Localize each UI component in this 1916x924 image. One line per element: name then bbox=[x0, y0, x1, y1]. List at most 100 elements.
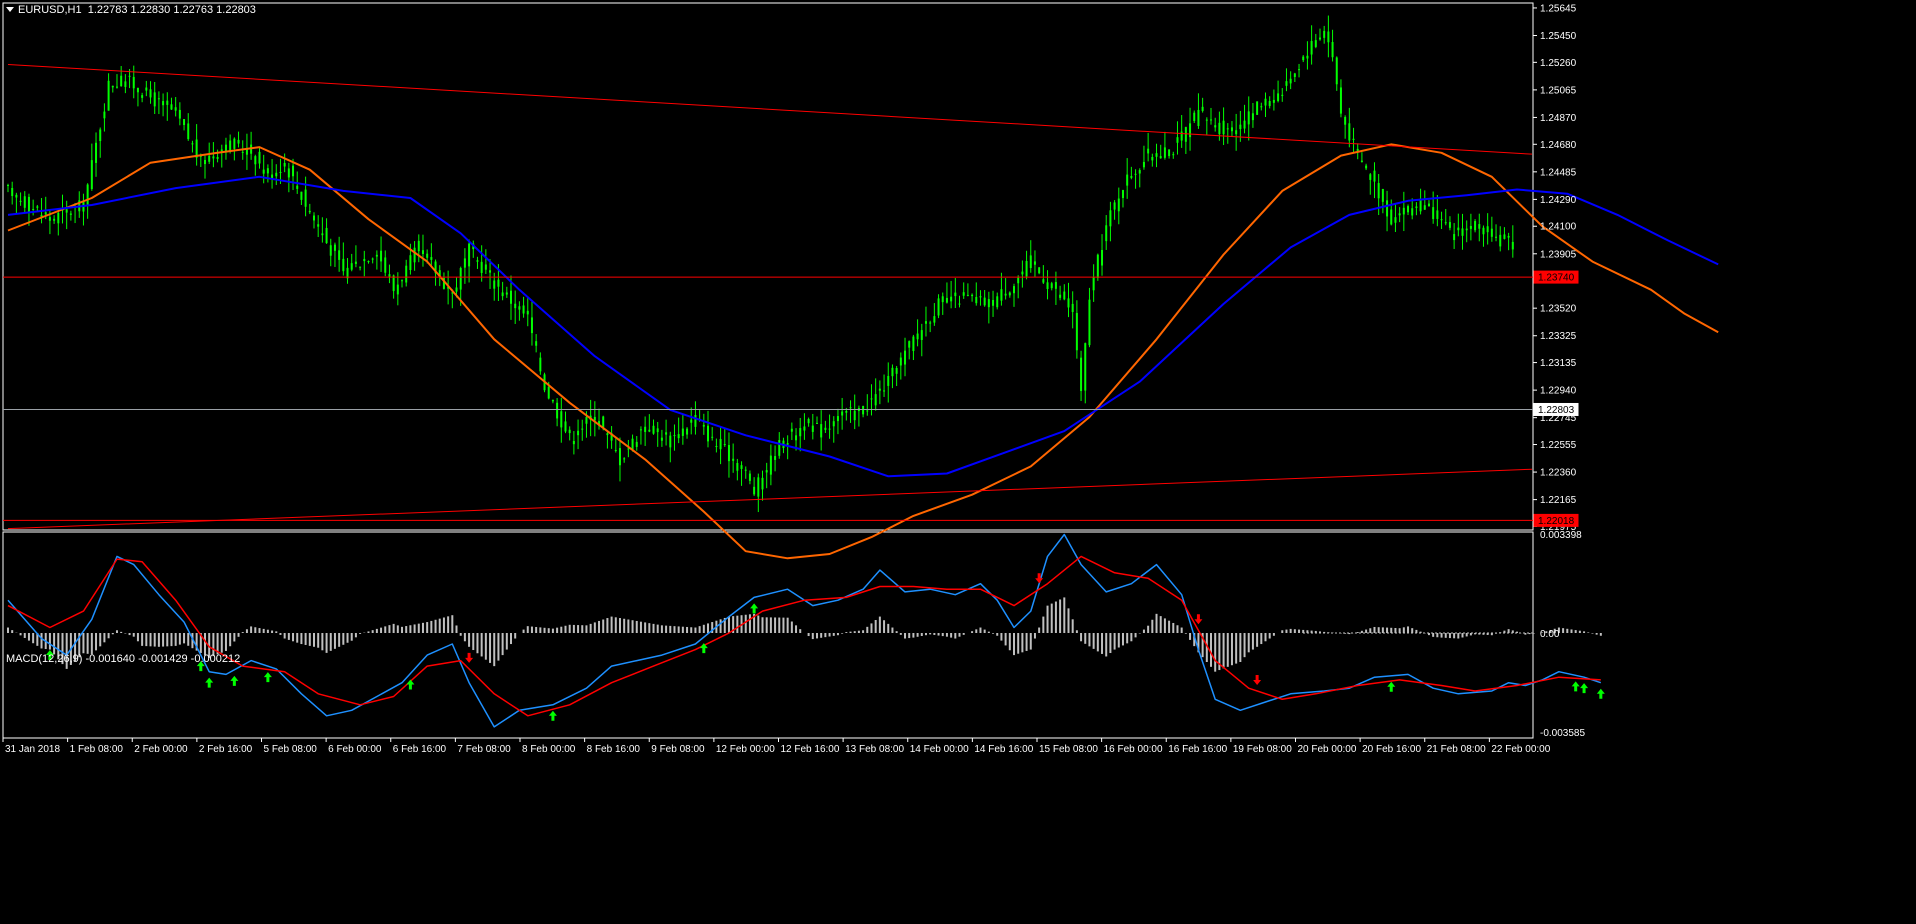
candle-body bbox=[388, 274, 391, 277]
symbol-title[interactable]: EURUSD,H1 1.22783 1.22830 1.22763 1.2280… bbox=[6, 4, 256, 16]
candle-body bbox=[1033, 261, 1036, 265]
candle-body bbox=[170, 104, 173, 110]
candle-body bbox=[564, 421, 567, 432]
time-tick-label: 6 Feb 00:00 bbox=[328, 744, 382, 755]
candle-body bbox=[1189, 123, 1192, 138]
candle-body bbox=[627, 448, 630, 450]
arrow-down-icon bbox=[1194, 614, 1203, 625]
candle-body bbox=[992, 300, 995, 306]
candle-body bbox=[966, 294, 969, 296]
candle-body bbox=[878, 388, 881, 391]
candle-body bbox=[120, 75, 123, 87]
candle-body bbox=[187, 123, 190, 140]
candle-body bbox=[23, 196, 26, 208]
candle-body bbox=[333, 244, 336, 251]
candle-body bbox=[237, 139, 240, 144]
candle-body bbox=[65, 209, 68, 213]
candle-body bbox=[950, 296, 953, 302]
candle-body bbox=[656, 428, 659, 433]
time-tick-label: 13 Feb 08:00 bbox=[845, 744, 904, 755]
candle-body bbox=[1314, 40, 1317, 47]
candle-body bbox=[1155, 153, 1158, 157]
candle-body bbox=[715, 446, 718, 448]
candle-body bbox=[1381, 188, 1384, 202]
time-tick-label: 5 Feb 08:00 bbox=[263, 744, 317, 755]
price-tick-label: 1.24290 bbox=[1540, 195, 1577, 206]
candle-body bbox=[1088, 299, 1091, 346]
candle-body bbox=[375, 254, 378, 257]
level-lines[interactable] bbox=[3, 63, 1533, 530]
candle-body bbox=[899, 357, 902, 366]
candle-body bbox=[363, 258, 366, 262]
candle-body bbox=[836, 416, 839, 422]
time-tick-label: 19 Feb 08:00 bbox=[1233, 744, 1292, 755]
candle-body bbox=[1415, 206, 1418, 209]
main-plot-border bbox=[2, 2, 1534, 531]
candle-body bbox=[359, 266, 362, 268]
candle-body bbox=[849, 407, 852, 409]
price-tick-label: 1.25065 bbox=[1540, 85, 1577, 96]
candle-body bbox=[1121, 190, 1124, 198]
candle-body bbox=[853, 410, 856, 421]
time-tick-label: 14 Feb 00:00 bbox=[910, 744, 969, 755]
candle-body bbox=[1432, 207, 1435, 220]
candle-body bbox=[44, 212, 47, 215]
candle-body bbox=[107, 80, 110, 111]
candle-body bbox=[602, 416, 605, 428]
candle-body bbox=[1059, 294, 1062, 298]
candle-body bbox=[174, 107, 177, 111]
price-tick-label: 1.25260 bbox=[1540, 58, 1577, 69]
candle-body bbox=[325, 227, 328, 244]
candle-body bbox=[489, 270, 492, 273]
arrow-down-icon bbox=[1253, 674, 1262, 685]
arrow-down-icon bbox=[465, 652, 474, 663]
macd-scale-label: 0.003398 bbox=[1540, 530, 1582, 541]
candle-body bbox=[887, 375, 890, 386]
dropdown-triangle-icon[interactable] bbox=[6, 7, 14, 12]
candle-body bbox=[208, 155, 211, 162]
candle-body bbox=[409, 255, 412, 271]
candle-body bbox=[845, 410, 848, 413]
eurusd-chart[interactable]: 1.25645 1.25450 1.25260 1.25065 1.24870 1.246… bbox=[0, 0, 1916, 924]
candle-body bbox=[1226, 128, 1229, 130]
candle-body bbox=[635, 441, 638, 447]
candle-body bbox=[57, 212, 60, 224]
candle-body bbox=[1109, 210, 1112, 227]
candle-body bbox=[1105, 225, 1108, 242]
candle-body bbox=[103, 111, 106, 119]
candle-body bbox=[807, 419, 810, 424]
candle-body bbox=[862, 406, 865, 415]
candle-body bbox=[413, 247, 416, 263]
candle-body bbox=[820, 424, 823, 438]
candle-body bbox=[1243, 120, 1246, 129]
ma-slow-line bbox=[7, 175, 1719, 478]
candle-body bbox=[1268, 101, 1271, 107]
candle-body bbox=[1084, 343, 1087, 391]
price-tag-label: 1.22018 bbox=[1538, 516, 1575, 527]
candle-body bbox=[149, 89, 152, 98]
candle-body bbox=[753, 486, 756, 495]
trendline-1[interactable] bbox=[7, 63, 1533, 155]
arrow-up-icon bbox=[750, 603, 759, 614]
price-tick-label: 1.24100 bbox=[1540, 222, 1577, 233]
candle-body bbox=[1138, 170, 1141, 174]
candle-body bbox=[1013, 286, 1015, 294]
candle-body bbox=[769, 455, 772, 475]
candle-body bbox=[736, 462, 739, 471]
candle-body bbox=[1260, 106, 1263, 108]
candle-body bbox=[790, 428, 793, 432]
candle-body bbox=[1184, 127, 1187, 142]
candle-body bbox=[1469, 225, 1472, 229]
candle-body bbox=[786, 443, 789, 445]
candle-body bbox=[1486, 226, 1489, 233]
candle-body bbox=[455, 287, 458, 292]
time-tick-label: 2 Feb 00:00 bbox=[134, 744, 188, 755]
time-tick-label: 31 Jan 2018 bbox=[5, 744, 60, 755]
arrow-up-icon bbox=[263, 672, 272, 683]
candle-body bbox=[1499, 234, 1502, 247]
candle-body bbox=[421, 250, 424, 255]
candle-body bbox=[581, 428, 584, 430]
candle-body bbox=[1386, 200, 1389, 217]
candle-body bbox=[1402, 207, 1405, 215]
trendline-2[interactable] bbox=[7, 468, 1533, 530]
